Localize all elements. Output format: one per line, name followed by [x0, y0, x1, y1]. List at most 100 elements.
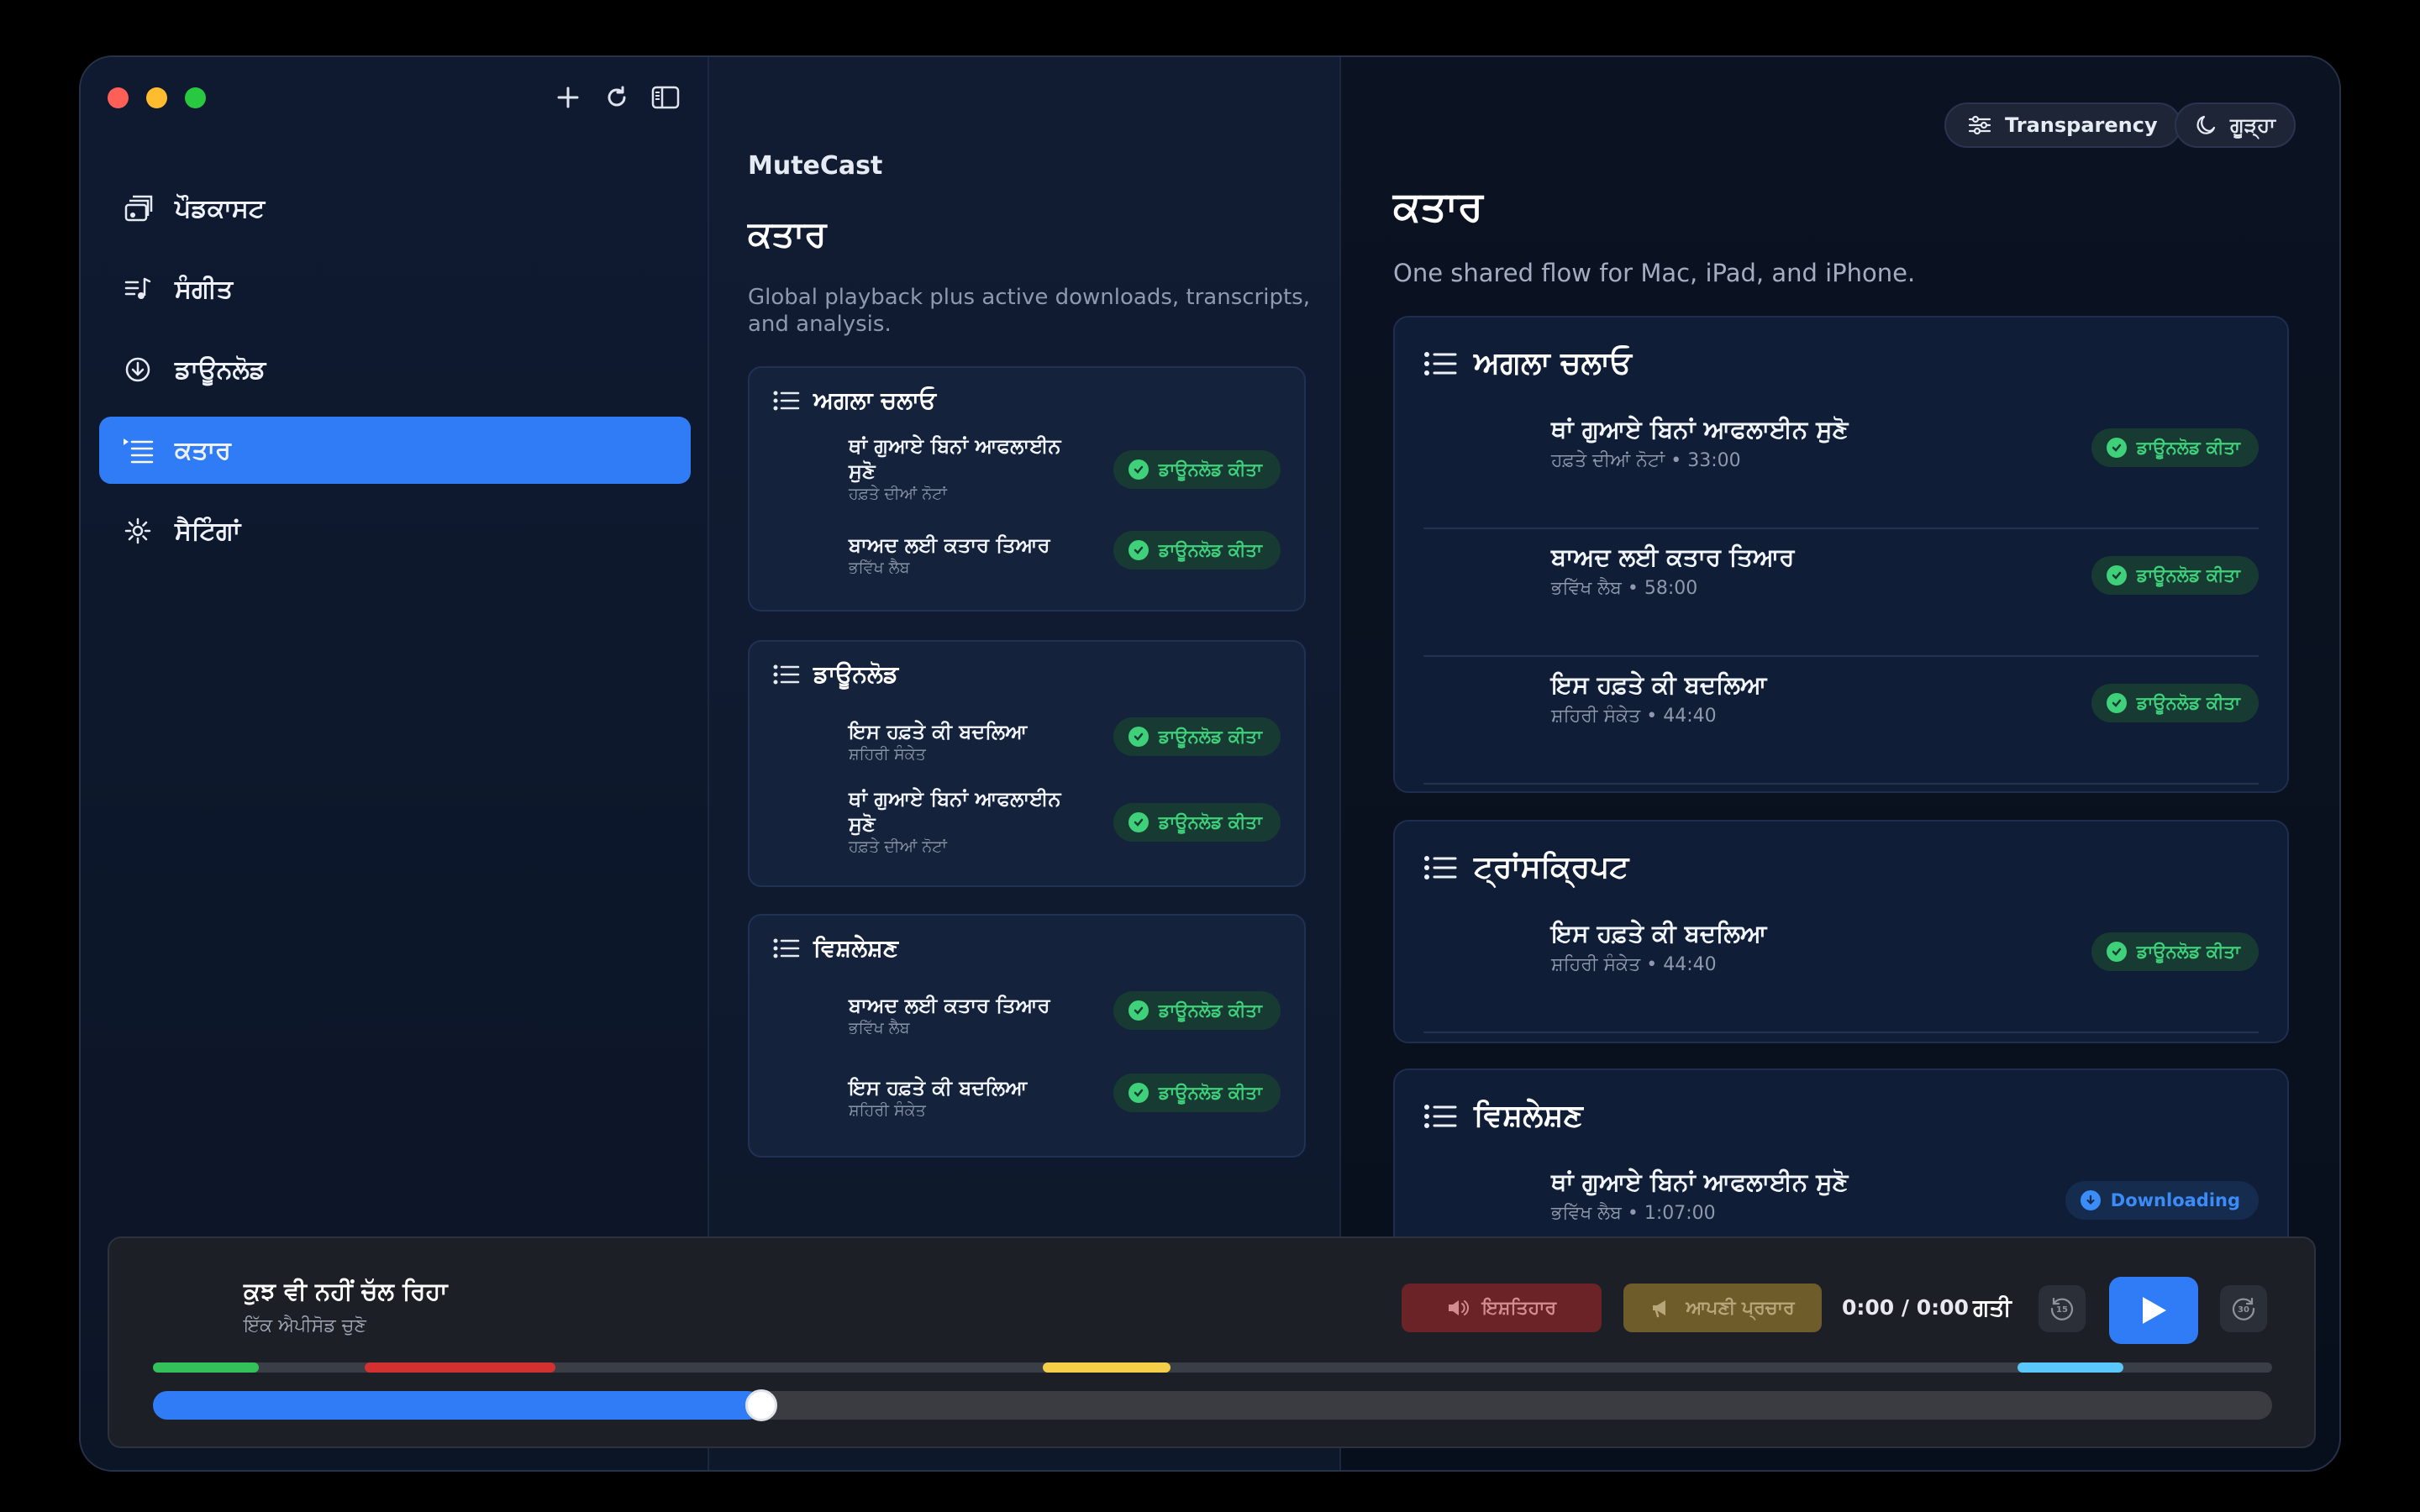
episode-title: ਇਸ ਹਫ਼ਤੇ ਕੀ ਬਦਲਿਆ	[849, 1076, 1028, 1100]
status-badge: Downloading	[2065, 1181, 2259, 1220]
list-item[interactable]: ਥਾਂ ਗੁਆਏ ਬਿਨਾਂ ਆਫਲਾਈਨ ਸੁਣੋ ਹਫ਼ਤੇ ਦੀਆਂ ਨੋ…	[849, 433, 1281, 504]
list-item[interactable]: ਬਾਅਦ ਲਈ ਕਤਾਰ ਤਿਆਰ ਭਵਿੱਖ ਲੈਬ ਡਾਊਨਲੋਡ ਕੀਤਾ	[849, 991, 1281, 1038]
progress-slider[interactable]	[153, 1389, 2272, 1421]
list-icon	[773, 391, 800, 411]
checkmark-icon	[1128, 540, 1149, 560]
segment-marker	[365, 1362, 556, 1373]
list-item[interactable]: ਇਸ ਹਫ਼ਤੇ ਕੀ ਬਦਲਿਆ ਸ਼ਹਿਰੀ ਸੰਕੇਤ ਡਾਊਨਲੋਡ ਕ…	[849, 717, 1281, 764]
transparency-button[interactable]: Transparency	[1944, 102, 2181, 148]
episode-meta: ਭਵਿੱਖ ਲੈਬ • 58:00	[1551, 578, 1698, 599]
status-badge: ਡਾਊਨਲੋਡ ਕੀਤਾ	[1113, 717, 1281, 756]
status-badge: ਡਾਊਨਲੋਡ ਕੀਤਾ	[1113, 1074, 1281, 1112]
close-window-button[interactable]	[108, 87, 129, 108]
skip-forward-button[interactable]: 30	[2220, 1285, 2267, 1332]
status-badge: ਡਾਊਨਲੋਡ ਕੀਤਾ	[2091, 556, 2259, 595]
list-item[interactable]: ਬਾਅਦ ਲਈ ਕਤਾਰ ਤਿਆਰ ਭਵਿੱਖ ਲੈਬ ਡਾਊਨਲੋਡ ਕੀਤਾ	[849, 531, 1281, 578]
list-icon	[773, 664, 800, 685]
checkmark-icon	[2106, 565, 2127, 585]
playback-time: 0:00 / 0:00	[1842, 1295, 1969, 1320]
zoom-window-button[interactable]	[185, 87, 206, 108]
status-badge: ਡਾਊਨਲੋਡ ਕੀਤਾ	[1113, 991, 1281, 1030]
download-icon	[121, 353, 155, 386]
episode-title: ਇਸ ਹਫ਼ਤੇ ਕੀ ਬਦਲਿਆ	[1551, 919, 1767, 948]
sidebar-item-label: ਡਾਊਨਲੋਡ	[175, 354, 266, 385]
progress-handle[interactable]	[745, 1389, 778, 1421]
section-header: ਵਿਸ਼ਲੇਸ਼ਣ	[1423, 1099, 1583, 1134]
traffic-lights	[108, 87, 206, 108]
refresh-button[interactable]	[602, 82, 632, 113]
play-button[interactable]	[2109, 1277, 2198, 1344]
checkmark-icon	[1128, 727, 1149, 747]
segment-timeline[interactable]	[153, 1362, 2272, 1373]
episode-title: ਇਸ ਹਫ਼ਤੇ ਕੀ ਬਦਲਿਆ	[1551, 670, 1767, 699]
episode-title: ਥਾਂ ਗੁਆਏ ਬਿਨਾਂ ਆਫਲਾਈਨ ਸੁਣੋ	[849, 787, 1061, 836]
status-badge: ਡਾਊਨਲੋਡ ਕੀਤਾ	[1113, 531, 1281, 570]
sidebar-toggle-icon	[651, 86, 680, 109]
section-header: ਅਗਲਾ ਚਲਾਓ	[773, 386, 936, 415]
section-card-downloads[interactable]: ਡਾਊਨਲੋਡ ਇਸ ਹਫ਼ਤੇ ਕੀ ਬਦਲਿਆ ਸ਼ਹਿਰੀ ਸੰਕੇਤ ਡ…	[748, 640, 1306, 887]
skip-self-promo-toggle[interactable]: ਆਪਣੀ ਪ੍ਰਚਾਰ	[1623, 1284, 1822, 1332]
section-card-up-next[interactable]: ਅਗਲਾ ਚਲਾਓ ਥਾਂ ਗੁਆਏ ਬਿਨਾਂ ਆਫਲਾਈਨ ਸੁਣੋ ਹਫ਼…	[748, 366, 1306, 612]
status-badge: ਡਾਊਨਲੋਡ ਕੀਤਾ	[2091, 932, 2259, 971]
episode-title: ਥਾਂ ਗੁਆਏ ਬਿਨਾਂ ਆਫਲਾਈਨ ਸੁਣੋ	[849, 434, 1061, 483]
checkmark-icon	[1128, 459, 1149, 480]
svg-text:15: 15	[2056, 1305, 2068, 1315]
progress-fill	[153, 1391, 762, 1420]
minimize-window-button[interactable]	[146, 87, 167, 108]
segment-marker	[153, 1362, 260, 1373]
episode-title: ਥਾਂ ਗੁਆਏ ਬਿਨਾਂ ਆਫਲਾਈਨ ਸੁਣੋ	[1551, 415, 1849, 444]
segment-marker	[1043, 1362, 1171, 1373]
section-title: ਵਿਸ਼ਲੇਸ਼ਣ	[1474, 1099, 1583, 1133]
list-item[interactable]: ਇਸ ਹਫ਼ਤੇ ਕੀ ਬਦਲਿਆ ਸ਼ਹਿਰੀ ਸੰਕੇਤ • 44:40 ਡ…	[1423, 670, 2259, 785]
theme-toggle-button[interactable]: ਗੂੜ੍ਹਾ	[2175, 102, 2296, 148]
sidebar-item-queue[interactable]: ਕਤਾਰ	[99, 417, 691, 484]
sliders-icon	[1968, 115, 1991, 135]
toolbar	[553, 82, 681, 113]
episode-title: ਬਾਅਦ ਲਈ ਕਤਾਰ ਤਿਆਰ	[849, 994, 1050, 1017]
section-title: ਟ੍ਰਾਂਸਕ੍ਰਿਪਟ	[1474, 850, 1629, 885]
episode-meta: ਸ਼ਹਿਰੀ ਸੰਕੇਤ • 44:40	[1551, 954, 1717, 975]
checkmark-icon	[1128, 812, 1149, 832]
podcast-icon	[121, 192, 155, 225]
list-item[interactable]: ਇਸ ਹਫ਼ਤੇ ਕੀ ਬਦਲਿਆ ਸ਼ਹਿਰੀ ਸੰਕੇਤ ਡਾਊਨਲੋਡ ਕ…	[849, 1074, 1281, 1121]
play-icon	[2143, 1297, 2166, 1324]
detail-title: ਕਤਾਰ	[1393, 183, 1483, 230]
player-bar: ਕੁਝ ਵੀ ਨਹੀਂ ਚੱਲ ਰਿਹਾ ਇੱਕ ਐਪੀਸੋਡ ਚੁਣੋ ਇਸ਼…	[108, 1236, 2316, 1448]
sidebar-item-podcasts[interactable]: ਪੌਡਕਾਸਟ	[99, 175, 691, 242]
list-icon	[1424, 1105, 1457, 1128]
sidebar-item-downloads[interactable]: ਡਾਊਨਲੋਡ	[99, 336, 691, 403]
list-icon	[773, 938, 800, 958]
sidebar-item-music[interactable]: ਸੰਗੀਤ	[99, 255, 691, 323]
status-badge: ਡਾਊਨਲੋਡ ਕੀਤਾ	[1113, 450, 1281, 489]
segment-marker	[2018, 1362, 2124, 1373]
sidebar-item-settings[interactable]: ਸੈਟਿੰਗਾਂ	[99, 497, 691, 564]
now-playing-subtitle: ਇੱਕ ਐਪੀਸੋਡ ਚੁਣੋ	[244, 1315, 366, 1336]
skip-ads-toggle[interactable]: ਇਸ਼ਤਿਹਾਰ	[1402, 1284, 1602, 1332]
checkmark-icon	[2106, 693, 2127, 713]
now-playing-title: ਕੁਝ ਵੀ ਨਹੀਂ ਚੱਲ ਰਿਹਾ	[244, 1277, 448, 1305]
list-item[interactable]: ਇਸ ਹਫ਼ਤੇ ਕੀ ਬਦਲਿਆ ਸ਼ਹਿਰੀ ਸੰਕੇਤ • 44:40 ਡ…	[1423, 919, 2259, 1033]
toggle-sidebar-button[interactable]	[650, 82, 681, 113]
episode-title: ਥਾਂ ਗੁਆਏ ਬਿਨਾਂ ਆਫਲਾਈਨ ਸੁਣੋ	[1551, 1168, 1849, 1196]
section-card-up-next: ਅਗਲਾ ਚਲਾਓ ਥਾਂ ਗੁਆਏ ਬਿਨਾਂ ਆਫਲਾਈਨ ਸੁਣੋ ਹਫ਼…	[1393, 316, 2289, 793]
section-card-analysis[interactable]: ਵਿਸ਼ਲੇਸ਼ਣ ਬਾਅਦ ਲਈ ਕਤਾਰ ਤਿਆਰ ਭਵਿੱਖ ਲੈਬ ਡਾ…	[748, 914, 1306, 1158]
app-name: MuteCast	[748, 151, 883, 181]
section-header: ਵਿਸ਼ਲੇਸ਼ਣ	[773, 934, 898, 963]
list-icon	[1424, 856, 1457, 879]
episode-meta: ਭਵਿੱਖ ਲੈਬ • 1:07:00	[1551, 1203, 1716, 1224]
list-item[interactable]: ਥਾਂ ਗੁਆਏ ਬਿਨਾਂ ਆਫਲਾਈਨ ਸੁਣੋ ਹਫ਼ਤੇ ਦੀਆਂ ਨੋ…	[1423, 415, 2259, 529]
episode-title: ਬਾਅਦ ਲਈ ਕਤਾਰ ਤਿਆਰ	[849, 533, 1050, 557]
megaphone-icon	[1653, 1300, 1666, 1318]
skip-back-button[interactable]: 15	[2039, 1285, 2086, 1332]
music-icon	[121, 272, 155, 306]
section-title: ਡਾਊਨਲੋਡ	[813, 660, 899, 688]
list-item[interactable]: ਥਾਂ ਗੁਆਏ ਬਿਨਾਂ ਆਫਲਾਈਨ ਸੁਣੋ ਹਫ਼ਤੇ ਦੀਆਂ ਨੋ…	[849, 786, 1281, 857]
refresh-icon	[608, 86, 626, 107]
speed-button[interactable]: ਗਤੀ	[1973, 1294, 2012, 1322]
add-button[interactable]	[553, 82, 583, 113]
queue-icon	[121, 433, 155, 467]
list-icon	[1424, 352, 1457, 375]
detail-subtitle: One shared flow for Mac, iPad, and iPhon…	[1393, 259, 1916, 287]
sidebar-item-label: ਕਤਾਰ	[175, 435, 231, 465]
list-item[interactable]: ਬਾਅਦ ਲਈ ਕਤਾਰ ਤਿਆਰ ਭਵਿੱਖ ਲੈਬ • 58:00 ਡਾਊਨ…	[1423, 543, 2259, 657]
